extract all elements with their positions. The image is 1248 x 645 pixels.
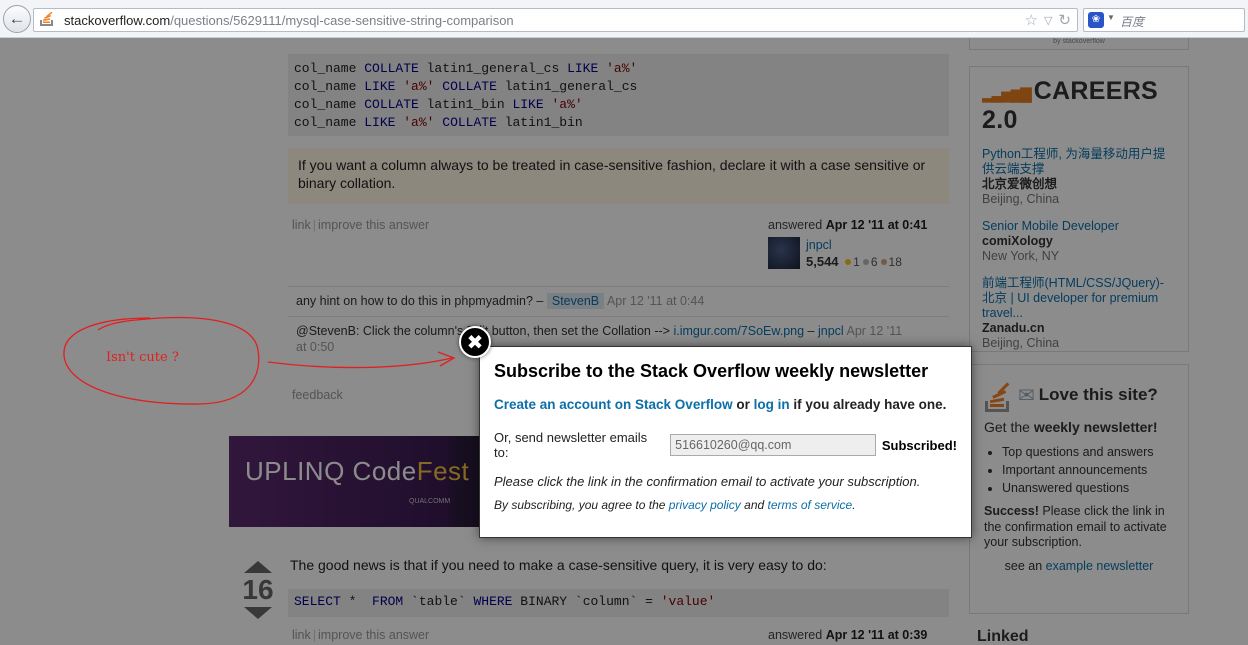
newsletter-modal: Subscribe to the Stack Overflow weekly n… bbox=[479, 346, 972, 538]
back-button[interactable]: ← bbox=[3, 5, 31, 33]
terms-prefix: By subscribing, you agree to the bbox=[494, 498, 666, 512]
reload-icon[interactable]: ↻ bbox=[1058, 11, 1071, 29]
modal-signup-line: Create an account on Stack Overflow or l… bbox=[494, 397, 957, 412]
modal-confirm-text: Please click the link in the confirmatio… bbox=[494, 474, 921, 489]
modal-title: Subscribe to the Stack Overflow weekly n… bbox=[494, 361, 929, 381]
url-path: /questions/5629111/mysql-case-sensitive-… bbox=[170, 13, 514, 28]
modal-overlay[interactable] bbox=[0, 38, 1248, 645]
bookmark-star-icon[interactable]: ☆ bbox=[1025, 11, 1038, 29]
url-bar-icons: ☆ ▽ ↻ bbox=[1025, 11, 1072, 29]
or-label: or bbox=[736, 397, 750, 412]
close-button[interactable]: ✖ bbox=[459, 326, 491, 358]
baidu-engine-icon[interactable]: ❀ bbox=[1088, 12, 1104, 28]
address-bar[interactable]: stackoverflow.com/questions/5629111/mysq… bbox=[33, 8, 1078, 32]
stackoverflow-favicon-icon bbox=[40, 12, 53, 26]
send-label: Or, send newsletter emails to: bbox=[494, 430, 648, 460]
login-link[interactable]: log in bbox=[754, 397, 790, 412]
subscribed-label: Subscribed! bbox=[881, 437, 957, 453]
newsletter-form: Or, send newsletter emails to: Subscribe… bbox=[494, 430, 957, 460]
close-icon: ✖ bbox=[466, 331, 484, 354]
annotation-text: Isn't cute ? bbox=[106, 350, 179, 365]
url-host: stackoverflow.com bbox=[64, 13, 171, 28]
modal-terms-text: By subscribing, you agree to the privacy… bbox=[494, 498, 957, 512]
create-account-link[interactable]: Create an account on Stack Overflow bbox=[494, 397, 733, 412]
dropdown-arrow-icon[interactable]: ▽ bbox=[1044, 11, 1052, 29]
back-arrow-icon: ← bbox=[8, 9, 26, 28]
email-field[interactable] bbox=[670, 434, 876, 456]
browser-toolbar: ← stackoverflow.com/questions/5629111/my… bbox=[0, 0, 1248, 38]
terms-of-service-link[interactable]: terms of service bbox=[768, 498, 853, 512]
if-already-label: if you already have one. bbox=[793, 397, 947, 412]
period: . bbox=[852, 498, 856, 512]
url-text: stackoverflow.com/questions/5629111/mysq… bbox=[64, 13, 514, 28]
engine-dropdown-icon[interactable]: ▼ bbox=[1107, 13, 1115, 22]
and-label: and bbox=[744, 498, 765, 512]
privacy-policy-link[interactable]: privacy policy bbox=[669, 498, 741, 512]
search-bar[interactable]: ❀ ▼ 百度 bbox=[1083, 8, 1245, 32]
search-placeholder: 百度 bbox=[1120, 15, 1145, 29]
